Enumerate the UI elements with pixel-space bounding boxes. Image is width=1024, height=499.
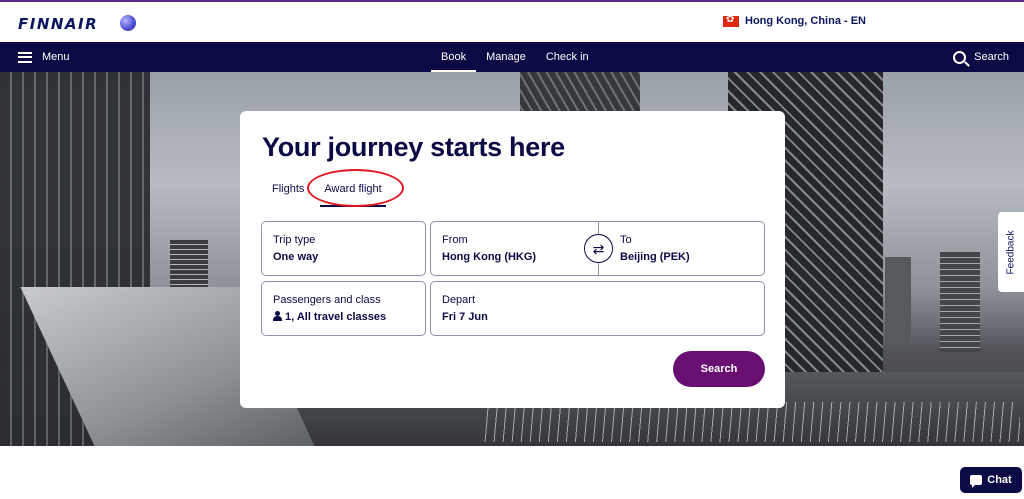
hong-kong-flag-icon bbox=[723, 14, 740, 27]
depart-field[interactable]: Depart Fri 7 Jun bbox=[430, 281, 765, 336]
menu-label: Menu bbox=[42, 51, 70, 63]
page-title: Your journey starts here bbox=[262, 132, 565, 162]
nav-tabs: Book Manage Check in bbox=[431, 42, 599, 72]
hero-traffic-lights bbox=[480, 402, 1020, 442]
route-field: From Hong Kong (HKG) To Beijing (PEK) ⇄ bbox=[430, 221, 765, 276]
search-icon bbox=[953, 50, 967, 64]
moon-logo-icon bbox=[120, 15, 136, 31]
tab-check-in[interactable]: Check in bbox=[536, 42, 599, 72]
depart-label: Depart bbox=[442, 294, 476, 306]
booking-widget: Your journey starts here Flights Award f… bbox=[240, 111, 785, 408]
to-label: To bbox=[620, 234, 632, 246]
feedback-label: Feedback bbox=[1005, 230, 1017, 274]
from-value: Hong Kong (HKG) bbox=[442, 251, 537, 263]
chat-bubble-icon bbox=[970, 475, 983, 488]
from-label: From bbox=[442, 234, 468, 246]
to-value: Beijing (PEK) bbox=[620, 251, 690, 263]
header-search-label: Search bbox=[974, 51, 1009, 63]
depart-value: Fri 7 Jun bbox=[442, 311, 488, 323]
hero-building bbox=[940, 252, 980, 352]
to-field[interactable]: To Beijing (PEK) bbox=[599, 222, 765, 275]
passengers-value: 1, All travel classes bbox=[285, 311, 387, 323]
main-nav: Menu Book Manage Check in Search bbox=[0, 42, 1024, 72]
chat-label: Chat bbox=[987, 474, 1012, 486]
passengers-value-row: 1, All travel classes bbox=[273, 311, 386, 323]
highlight-circle-annotation bbox=[307, 169, 404, 207]
finnair-logo[interactable]: FINNAIR bbox=[18, 15, 98, 33]
locale-selector[interactable]: Hong Kong, China - EN bbox=[723, 14, 866, 27]
chat-button[interactable]: Chat bbox=[960, 467, 1022, 493]
menu-button[interactable]: Menu bbox=[18, 42, 70, 72]
trip-type-value: One way bbox=[273, 251, 319, 263]
hamburger-icon bbox=[18, 51, 32, 63]
from-field[interactable]: From Hong Kong (HKG) bbox=[431, 222, 598, 275]
trip-type-field[interactable]: Trip type One way bbox=[261, 221, 426, 276]
tab-manage[interactable]: Manage bbox=[476, 42, 536, 72]
passengers-field[interactable]: Passengers and class 1, All travel class… bbox=[261, 281, 426, 336]
person-icon bbox=[273, 311, 282, 321]
top-bar: FINNAIR Hong Kong, China - EN bbox=[0, 0, 1024, 42]
hero-building bbox=[885, 257, 911, 347]
passengers-label: Passengers and class bbox=[273, 294, 381, 306]
swap-arrows-icon[interactable]: ⇄ bbox=[584, 234, 613, 263]
header-search-button[interactable]: Search bbox=[953, 42, 1009, 72]
search-flights-button[interactable]: Search bbox=[673, 351, 765, 387]
tab-book[interactable]: Book bbox=[431, 42, 477, 72]
feedback-tab[interactable]: Feedback bbox=[998, 212, 1024, 292]
locale-label: Hong Kong, China - EN bbox=[745, 15, 866, 27]
trip-type-label: Trip type bbox=[273, 234, 316, 246]
